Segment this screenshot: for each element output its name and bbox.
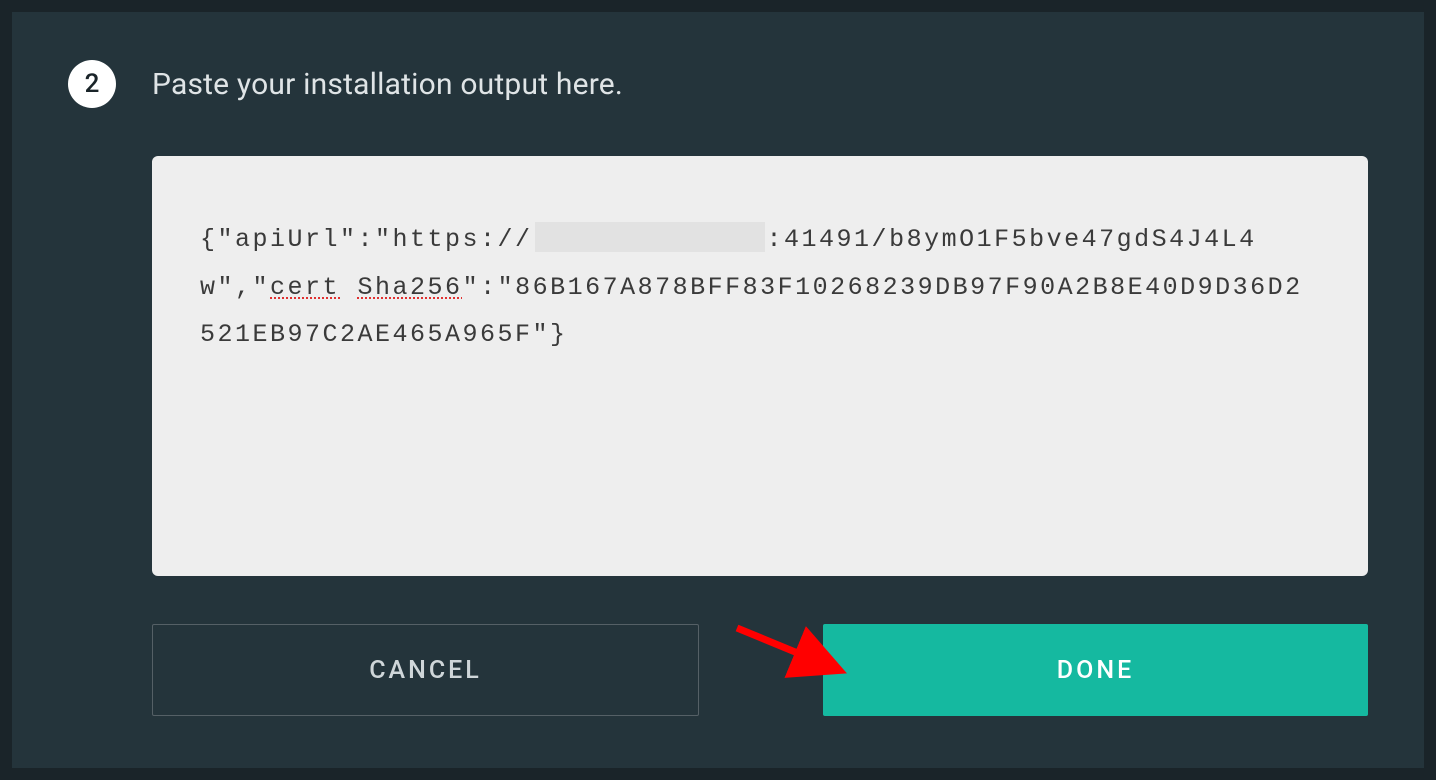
output-prefix: {"apiUrl":"https:// (200, 225, 533, 254)
output-cert-word: cert (270, 273, 340, 302)
step-number: 2 (85, 69, 100, 99)
output-text[interactable]: {"apiUrl":"https://:41491/b8ymO1F5bve47g… (200, 216, 1320, 359)
cancel-button-label: CANCEL (369, 656, 482, 685)
installation-output-textarea[interactable]: {"apiUrl":"https://:41491/b8ymO1F5bve47g… (152, 156, 1368, 576)
step-title: Paste your installation output here. (152, 67, 623, 102)
button-row: CANCEL DONE (152, 624, 1368, 716)
step-header: 2 Paste your installation output here. (68, 60, 1368, 108)
cancel-button[interactable]: CANCEL (152, 624, 699, 716)
done-button-label: DONE (1057, 656, 1134, 685)
done-button[interactable]: DONE (823, 624, 1368, 716)
output-space (340, 273, 358, 302)
step-number-badge: 2 (68, 60, 116, 108)
content-area: {"apiUrl":"https://:41491/b8ymO1F5bve47g… (152, 156, 1368, 716)
output-sha-word: Sha256 (358, 273, 463, 302)
redacted-host (535, 222, 765, 252)
page-outer: 2 Paste your installation output here. {… (0, 0, 1436, 780)
step-panel: 2 Paste your installation output here. {… (12, 12, 1424, 768)
